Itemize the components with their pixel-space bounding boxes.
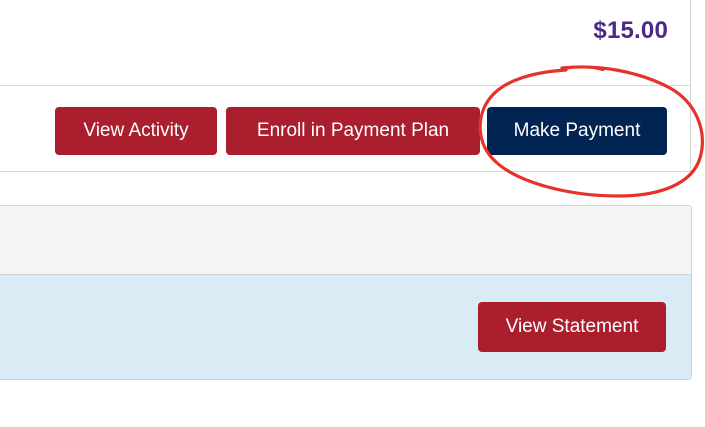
- make-payment-button[interactable]: Make Payment: [487, 107, 667, 155]
- view-statement-button[interactable]: View Statement: [478, 302, 666, 352]
- account-summary-card: $15.00 Enroll in Payment Plan View Activ…: [0, 0, 691, 172]
- statement-card: View Statement: [0, 205, 692, 380]
- view-activity-button[interactable]: View Activity: [55, 107, 217, 155]
- statement-card-header: [0, 206, 691, 275]
- account-page: $15.00 Enroll in Payment Plan View Activ…: [0, 0, 705, 427]
- statement-card-body: View Statement: [0, 275, 691, 379]
- enroll-payment-plan-button[interactable]: Enroll in Payment Plan: [226, 107, 480, 155]
- balance-row: $15.00: [0, 0, 690, 86]
- balance-amount: $15.00: [593, 17, 668, 44]
- account-actions: Enroll in Payment Plan View Activity Mak…: [0, 86, 690, 172]
